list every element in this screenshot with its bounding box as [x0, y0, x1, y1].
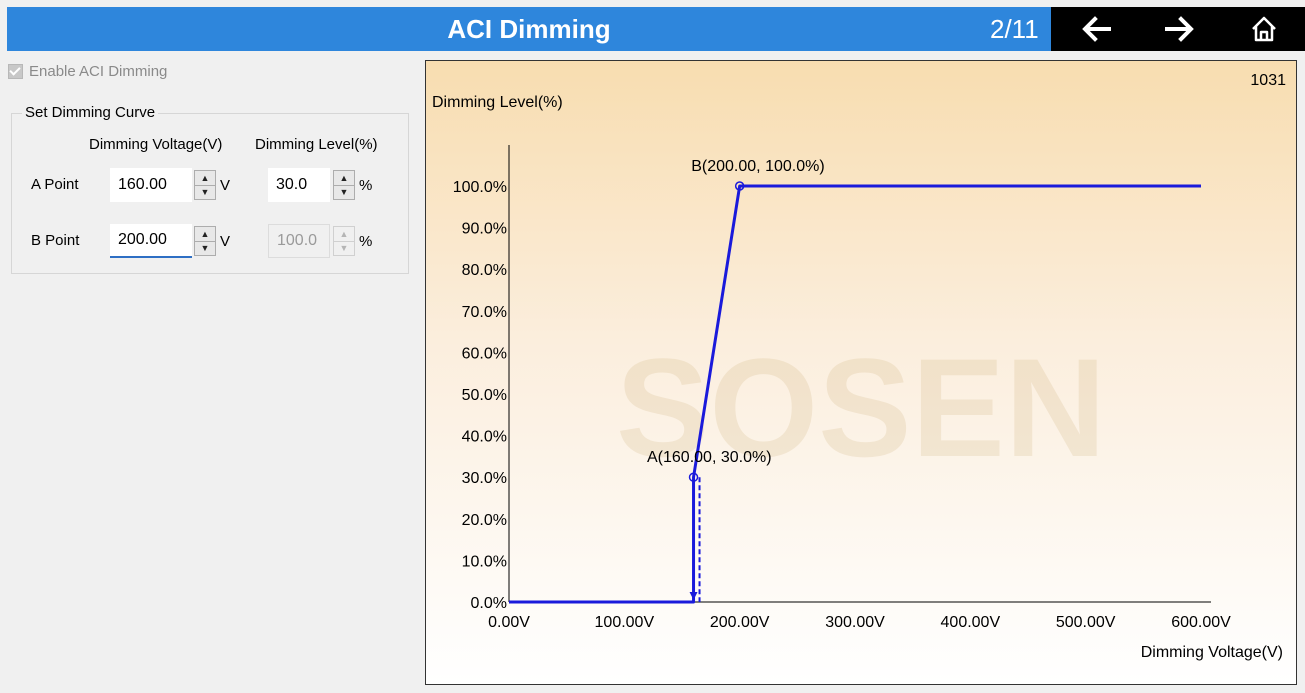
data-point-label: B(200.00, 100.0%) — [691, 158, 824, 175]
arrow-left-icon — [1082, 16, 1111, 42]
x-ticks: 0.00V 100.00V 200.00V 300.00V 400.00V 500.00V… — [488, 614, 1231, 631]
a-point-voltage-spinner[interactable]: ▲ ▼ — [194, 170, 216, 200]
enable-aci-dimming-label: Enable ACI Dimming — [29, 63, 168, 80]
spin-down-icon[interactable]: ▼ — [195, 185, 215, 199]
spin-down-icon: ▼ — [339, 243, 349, 253]
b-point-voltage-spinner[interactable]: ▲ ▼ — [194, 226, 216, 256]
column-header-level: Dimming Level(%) — [255, 136, 378, 153]
page-title: ACI Dimming — [447, 14, 611, 44]
a-point-level-input[interactable] — [268, 168, 330, 202]
group-title: Set Dimming Curve — [22, 104, 159, 121]
b-point-level-input — [268, 224, 330, 258]
x-axis-label: Dimming Voltage(V) — [1141, 644, 1283, 661]
spin-down-icon[interactable]: ▼ — [334, 185, 354, 199]
spin-up-icon[interactable]: ▲ — [195, 227, 215, 242]
y-tick-label: 20.0% — [462, 512, 507, 529]
unit-volt-b: V — [220, 233, 231, 250]
x-tick-label: 400.00V — [941, 614, 1001, 631]
a-point-level-spinner[interactable]: ▲ ▼ — [333, 170, 355, 200]
chart-corner-value: 1031 — [1250, 72, 1286, 89]
dimming-curve-chart: SOSEN 1031 Dimming Level(%) Dimming Volt… — [425, 60, 1297, 685]
column-header-voltage: Dimming Voltage(V) — [89, 136, 223, 153]
unit-percent-a: % — [359, 177, 373, 194]
x-tick-label: 0.00V — [488, 614, 530, 631]
spin-down-icon[interactable]: ▼ — [195, 241, 215, 255]
y-tick-label: 10.0% — [462, 553, 507, 570]
spin-up-icon: ▲ — [334, 227, 354, 242]
b-point-voltage-input[interactable] — [110, 224, 192, 258]
y-tick-label: 70.0% — [462, 304, 507, 321]
back-button[interactable] — [1066, 7, 1126, 51]
x-tick-label: 100.00V — [595, 614, 655, 631]
y-tick-label: 100.0% — [453, 179, 507, 196]
point-a-arrow-icon — [689, 592, 698, 600]
y-tick-label: 30.0% — [462, 470, 507, 487]
data-point-label: A(160.00, 30.0%) — [647, 449, 772, 466]
chart-svg: SOSEN 1031 Dimming Level(%) Dimming Volt… — [432, 72, 1286, 661]
y-tick-label: 40.0% — [462, 429, 507, 446]
forward-button[interactable] — [1150, 7, 1210, 51]
x-tick-label: 600.00V — [1171, 614, 1231, 631]
home-button[interactable] — [1234, 7, 1294, 51]
a-point-voltage-input[interactable] — [110, 168, 192, 202]
y-axis-label: Dimming Level(%) — [432, 94, 563, 111]
arrow-right-icon — [1165, 16, 1194, 42]
spin-up-icon[interactable]: ▲ — [334, 171, 354, 186]
x-tick-label: 200.00V — [710, 614, 770, 631]
a-point-label: A Point — [31, 176, 79, 193]
b-point-level-spinner: ▲ ▼ — [333, 226, 355, 256]
y-tick-label: 60.0% — [462, 345, 507, 362]
checkbox-icon — [8, 64, 23, 79]
b-point-label: B Point — [31, 232, 80, 249]
y-tick-label: 50.0% — [462, 387, 507, 404]
spin-up-icon[interactable]: ▲ — [195, 171, 215, 186]
y-tick-label: 0.0% — [471, 595, 507, 612]
home-icon — [1252, 16, 1276, 42]
y-tick-label: 90.0% — [462, 221, 507, 238]
page-indicator: 2/11 — [990, 14, 1039, 44]
y-tick-label: 80.0% — [462, 262, 507, 279]
x-tick-label: 300.00V — [825, 614, 885, 631]
x-tick-label: 500.00V — [1056, 614, 1116, 631]
enable-aci-dimming-checkbox[interactable]: Enable ACI Dimming — [8, 63, 167, 80]
y-ticks: 0.0% 10.0% 20.0% 30.0% 40.0% 50.0% 60.0% 70.0% 8… — [453, 179, 507, 612]
unit-percent-b: % — [359, 233, 373, 250]
unit-volt-a: V — [220, 177, 231, 194]
